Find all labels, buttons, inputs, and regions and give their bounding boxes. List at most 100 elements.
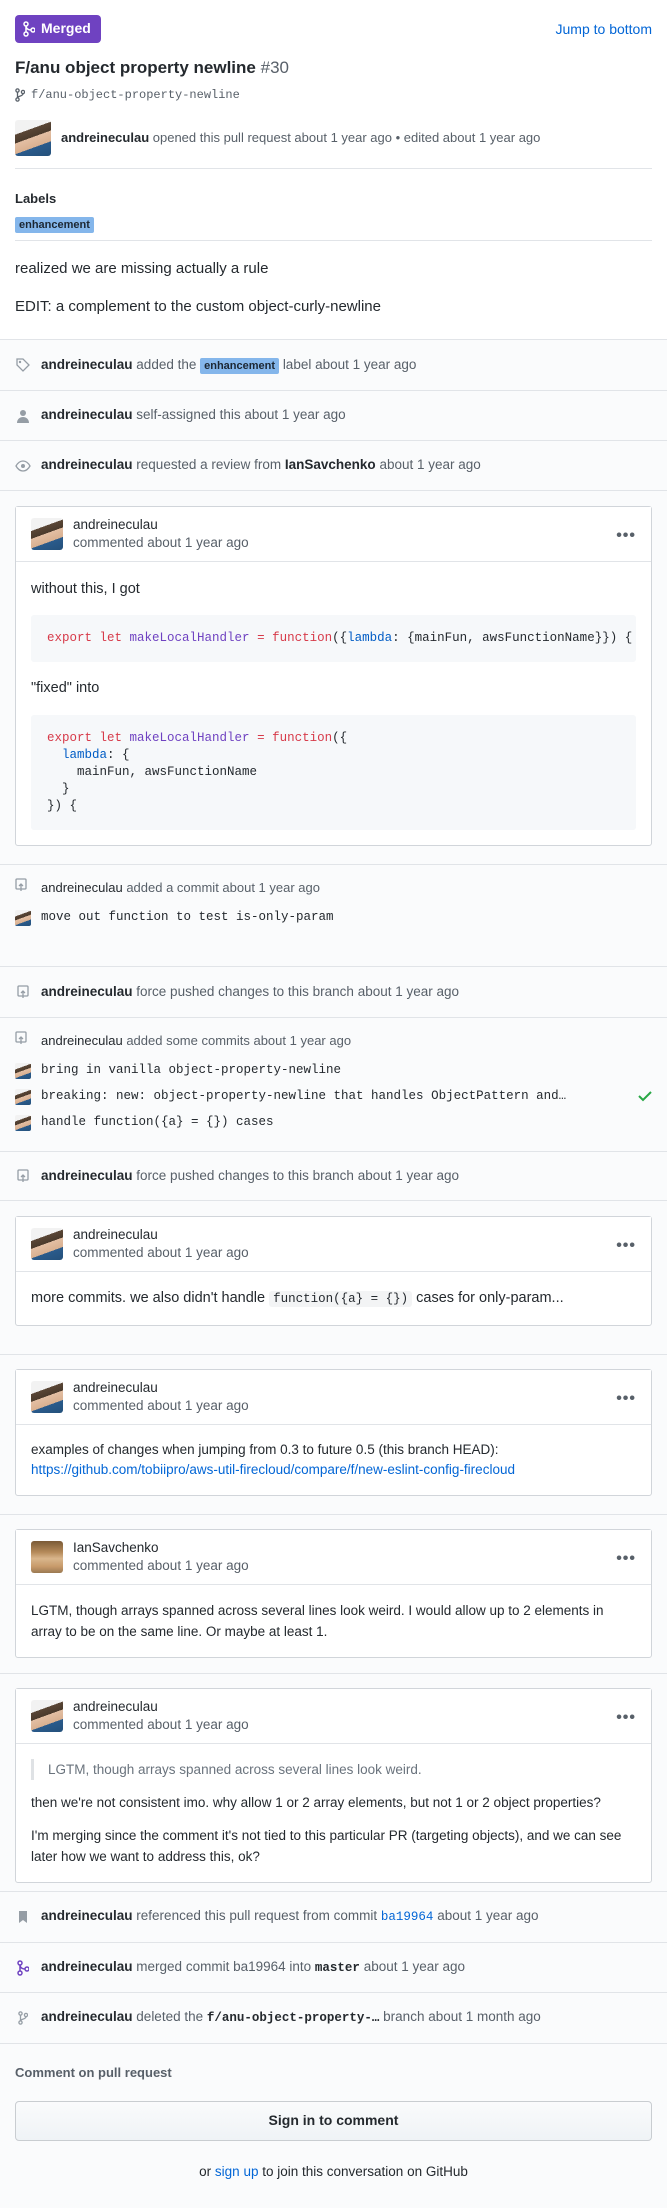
reviewer-name[interactable]: IanSavchenko <box>285 457 376 472</box>
pr-title-text: F/anu object property newline <box>15 58 256 77</box>
commit-message[interactable]: handle function({a} = {}) cases <box>41 1114 274 1132</box>
event-text: about 1 year ago <box>379 457 481 473</box>
commit-sha-link[interactable]: ba19964 <box>381 1910 434 1924</box>
event-actor[interactable]: andreineculau <box>41 357 133 372</box>
commenter-name[interactable]: andreineculau <box>73 1226 249 1244</box>
comment-time[interactable]: commented about 1 year ago <box>73 1716 249 1734</box>
label-enhancement[interactable]: enhancement <box>15 217 94 233</box>
commit-row: handle function({a} = {}) cases <box>15 1110 652 1136</box>
event-text: about 1 year ago <box>437 1908 539 1924</box>
sign-in-to-comment-button[interactable]: Sign in to comment <box>15 2101 652 2141</box>
divider <box>15 240 652 241</box>
commit-message[interactable]: bring in vanilla object-property-newline <box>41 1062 341 1080</box>
commenter-avatar[interactable] <box>31 1381 63 1413</box>
commenter-name[interactable]: IanSavchenko <box>73 1539 249 1557</box>
comment-paragraph: then we're not consistent imo. why allow… <box>31 1795 601 1810</box>
pr-header: Merged Jump to bottom F/anu object prope… <box>0 0 667 340</box>
sign-up-link[interactable]: sign up <box>215 2164 259 2179</box>
author-avatar[interactable] <box>15 120 51 156</box>
timeline-comment-section: andreineculau commented about 1 year ago … <box>0 491 667 865</box>
timeline-event-assigned: andreineculau self-assigned this about 1… <box>0 391 667 441</box>
pr-description-line: EDIT: a complement to the custom object-… <box>15 298 381 315</box>
pr-title: F/anu object property newline #30 <box>15 56 289 80</box>
repo-push-icon <box>15 984 31 1000</box>
event-actor[interactable]: andreineculau <box>41 1959 133 1974</box>
merge-icon <box>15 1959 31 1976</box>
kebab-menu-icon[interactable]: ••• <box>616 1707 636 1729</box>
kebab-menu-icon[interactable]: ••• <box>616 1235 636 1257</box>
author-name[interactable]: andreineculau <box>61 130 149 145</box>
tag-icon <box>15 357 31 373</box>
comment-card: IanSavchenko commented about 1 year ago •… <box>15 1529 652 1658</box>
event-text: added some commits about 1 year ago <box>126 1032 352 1048</box>
code-block: export let makeLocalHandler = function({… <box>31 615 636 663</box>
commenter-name[interactable]: andreineculau <box>73 1379 249 1397</box>
pr-number: #30 <box>260 58 289 77</box>
commit-author-avatar[interactable] <box>15 1115 31 1131</box>
kebab-menu-icon[interactable]: ••• <box>616 1388 636 1410</box>
commit-author-avatar[interactable] <box>15 1089 31 1105</box>
comment-header: andreineculau commented about 1 year ago … <box>16 507 651 562</box>
event-actor[interactable]: andreineculau <box>41 2009 133 2024</box>
event-text: added a commit about 1 year ago <box>126 879 320 895</box>
target-branch[interactable]: master <box>315 1961 360 1975</box>
comment-time[interactable]: commented about 1 year ago <box>73 1244 249 1262</box>
comment-time[interactable]: commented about 1 year ago <box>73 1397 249 1415</box>
person-icon <box>15 408 31 424</box>
timeline-event-force-push: andreineculau force pushed changes to th… <box>0 1152 667 1201</box>
code-block: export let makeLocalHandler = function({… <box>31 714 636 830</box>
comment-header: IanSavchenko commented about 1 year ago •… <box>16 1530 651 1585</box>
timeline-event-force-push: andreineculau force pushed changes to th… <box>0 967 667 1018</box>
commenter-name[interactable]: andreineculau <box>73 516 249 534</box>
branch-name[interactable]: f/anu-object-property-newline <box>31 87 240 104</box>
commenter-avatar[interactable] <box>31 518 63 550</box>
timeline-event-commits: andreineculau added some commits about 1… <box>0 1018 667 1152</box>
commit-row: move out function to test is-only-param <box>15 905 652 931</box>
kebab-menu-icon[interactable]: ••• <box>616 1548 636 1570</box>
repo-push-icon <box>15 1031 31 1050</box>
event-actor[interactable]: andreineculau <box>41 1033 123 1048</box>
comment-time[interactable]: commented about 1 year ago <box>73 534 249 552</box>
check-icon[interactable] <box>638 1090 652 1102</box>
commenter-name[interactable]: andreineculau <box>73 1698 249 1716</box>
timeline-comment-section: andreineculau commented about 1 year ago … <box>0 1201 667 1355</box>
comment-paragraph: without this, I got <box>31 581 140 597</box>
divider <box>15 168 652 169</box>
timeline-event-branch-deleted: andreineculau deleted the f/anu-object-p… <box>0 1993 667 2044</box>
comment-time[interactable]: commented about 1 year ago <box>73 1557 249 1575</box>
event-actor[interactable]: andreineculau <box>41 1908 133 1923</box>
compare-link[interactable]: https://github.com/tobiipro/aws-util-fir… <box>31 1462 515 1477</box>
comment-paragraph: I'm merging since the comment it's not t… <box>31 1828 622 1864</box>
event-text: self-assigned this about 1 year ago <box>136 407 346 423</box>
comment-body: examples of changes when jumping from 0.… <box>16 1425 651 1495</box>
commit-author-avatar[interactable] <box>15 910 31 926</box>
event-actor[interactable]: andreineculau <box>41 880 123 895</box>
sign-up-prompt: or sign up to join this conversation on … <box>0 2163 667 2182</box>
event-actor[interactable]: andreineculau <box>41 407 133 422</box>
jump-to-bottom-link[interactable]: Jump to bottom <box>556 20 653 40</box>
commit-author-avatar[interactable] <box>15 1063 31 1079</box>
comment-footer: Comment on pull request Sign in to comme… <box>0 2044 667 2208</box>
event-text: added the <box>136 356 197 372</box>
event-actor[interactable]: andreineculau <box>41 984 133 999</box>
comment-text: cases for only-param... <box>416 1290 564 1306</box>
merged-status-badge: Merged <box>15 15 101 43</box>
pr-meta: andreineculau opened this pull request a… <box>15 120 652 156</box>
commit-message[interactable]: move out function to test is-only-param <box>41 909 334 927</box>
comment-text: more commits. we also didn't handle <box>31 1290 266 1306</box>
commenter-avatar[interactable] <box>31 1228 63 1260</box>
event-text: about 1 year ago <box>363 1958 466 1974</box>
commenter-avatar[interactable] <box>31 1700 63 1732</box>
branch-icon <box>15 2010 31 2026</box>
commit-message[interactable]: breaking: new: object-property-newline t… <box>41 1088 566 1106</box>
commenter-avatar[interactable] <box>31 1541 63 1573</box>
event-text: requested a review from <box>136 457 282 473</box>
timeline-event-referenced: andreineculau referenced this pull reque… <box>0 1892 667 1943</box>
bookmark-icon <box>15 1909 31 1925</box>
event-actor[interactable]: andreineculau <box>41 1168 133 1183</box>
label-enhancement[interactable]: enhancement <box>200 357 280 374</box>
event-actor[interactable]: andreineculau <box>41 457 133 472</box>
kebab-menu-icon[interactable]: ••• <box>616 525 636 547</box>
event-text: merged commit ba19964 into <box>136 1958 312 1974</box>
pr-description-line: realized we are missing actually a rule <box>15 260 269 277</box>
